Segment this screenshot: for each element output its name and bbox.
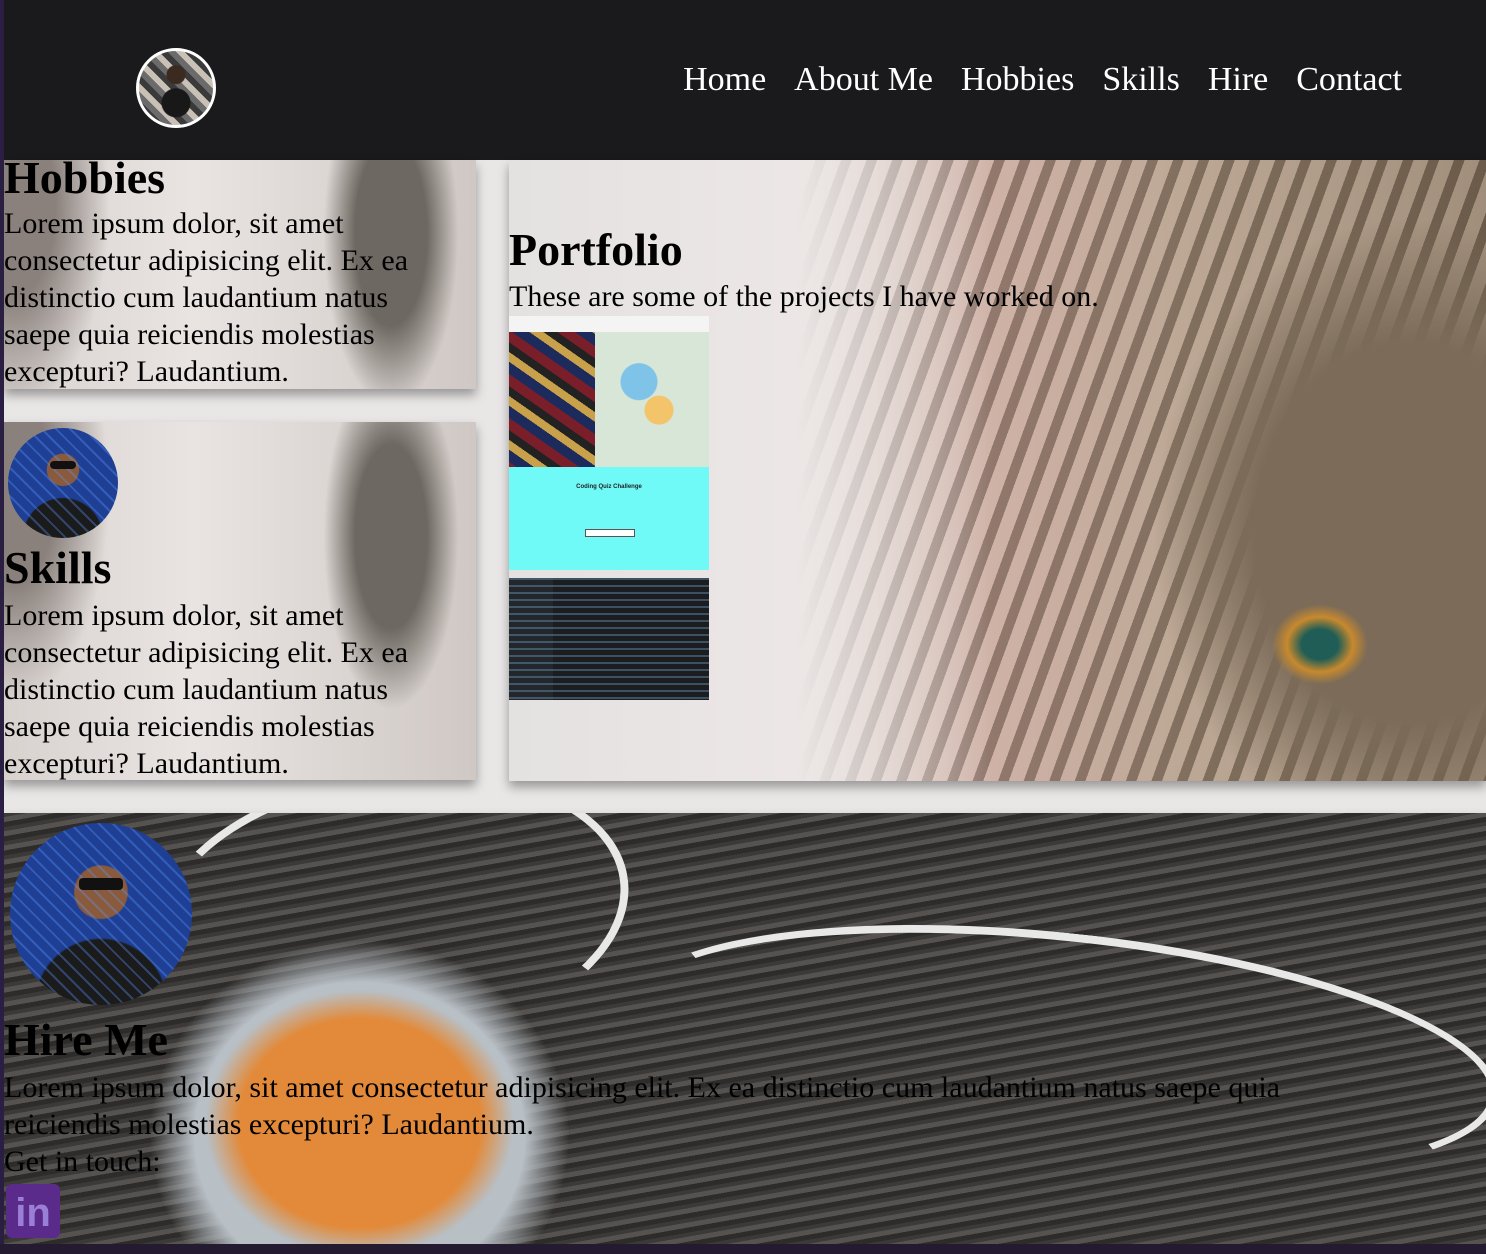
quiz-thumbnail-heading: Coding Quiz Challenge: [576, 484, 642, 490]
skills-text: Lorem ipsum dolor, sit amet consectetur …: [4, 599, 409, 780]
skills-avatar: [8, 428, 118, 538]
hire-text: Lorem ipsum dolor, sit amet consectetur …: [4, 1071, 1280, 1141]
linkedin-icon[interactable]: in: [6, 1184, 60, 1238]
project-thumbnail-coding-quiz[interactable]: Coding Quiz Challenge: [509, 467, 709, 570]
nav-hire[interactable]: Hire: [1208, 58, 1268, 102]
portfolio-subtitle: These are some of the projects I have wo…: [509, 280, 1099, 313]
hire-section: Hire Me Lorem ipsum dolor, sit amet cons…: [4, 813, 1486, 1244]
main-nav: Home About Me Hobbies Skills Hire Contac…: [683, 58, 1402, 102]
background-cable: [137, 813, 647, 1081]
hobbies-section: Hobbies Lorem ipsum dolor, sit amet cons…: [4, 160, 476, 389]
project-thumbnail-movie-app[interactable]: [509, 316, 709, 474]
skills-title: Skills: [4, 542, 112, 593]
hobbies-title: Hobbies: [4, 160, 166, 203]
portfolio-title: Portfolio: [509, 224, 683, 275]
nav-contact[interactable]: Contact: [1296, 58, 1402, 102]
hire-title: Hire Me: [4, 1014, 168, 1065]
quiz-thumbnail-start-button: [585, 529, 635, 537]
project-thumbnail-code-editor[interactable]: [509, 578, 709, 700]
background-cable: [614, 887, 1486, 1215]
skills-section: Skills Lorem ipsum dolor, sit amet conse…: [4, 422, 476, 780]
hobbies-text: Lorem ipsum dolor, sit amet consectetur …: [4, 207, 409, 388]
nav-home[interactable]: Home: [683, 58, 766, 102]
site-header: Home About Me Hobbies Skills Hire Contac…: [4, 0, 1486, 160]
avatar-logo[interactable]: [136, 48, 216, 128]
hire-avatar: [10, 823, 192, 1005]
nav-hobbies[interactable]: Hobbies: [961, 58, 1074, 102]
window-bottom-bar: [0, 1244, 1486, 1254]
nav-about-me[interactable]: About Me: [794, 58, 933, 102]
page: Home About Me Hobbies Skills Hire Contac…: [4, 0, 1486, 1244]
nav-skills[interactable]: Skills: [1102, 58, 1179, 102]
get-in-touch-label: Get in touch:: [4, 1145, 161, 1178]
